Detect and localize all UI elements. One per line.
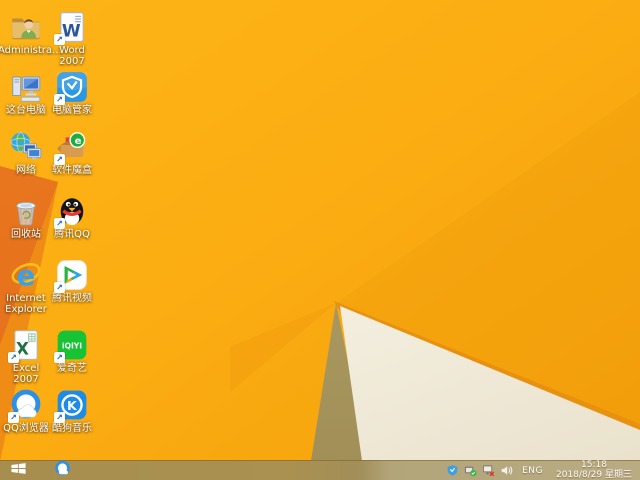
- icon-label: QQ浏览器: [3, 423, 49, 434]
- shortcut-arrow-icon: ↗: [54, 412, 65, 423]
- clock-date: 2018/8/29 星期三: [556, 471, 632, 480]
- tencent-video-icon: ↗: [55, 258, 89, 292]
- icon-label: 网络: [16, 165, 36, 176]
- pc-manager-icon: ↗: [55, 70, 89, 104]
- this-pc-icon: [9, 70, 43, 104]
- excel-2007-icon: X ↗: [9, 328, 43, 362]
- windows-logo-icon: [10, 461, 27, 480]
- iqiyi-icon: iQIYI ↗: [55, 328, 89, 362]
- system-tray: ENG 15:18 2018/8/29 星期三: [446, 461, 640, 480]
- icon-label: 回收站: [11, 229, 41, 240]
- tray-volume-icon[interactable]: [500, 464, 513, 477]
- svg-text:e: e: [75, 136, 82, 147]
- svg-text:iQIYI: iQIYI: [62, 342, 82, 351]
- tencent-qq-icon: ↗: [55, 194, 89, 228]
- icon-label: Excel 2007: [0, 363, 52, 385]
- desktop-icon-this-pc[interactable]: 这台电脑: [0, 70, 52, 116]
- desktop-icon-recycle-bin[interactable]: 回收站: [0, 194, 52, 240]
- icon-label: 软件魔盒: [52, 165, 92, 176]
- taskbar: ENG 15:18 2018/8/29 星期三: [0, 460, 640, 480]
- icon-label: 腾讯视频: [52, 293, 92, 304]
- svg-text:e: e: [16, 259, 35, 292]
- internet-explorer-icon: e: [9, 258, 43, 292]
- shortcut-arrow-icon: ↗: [8, 412, 19, 423]
- language-indicator[interactable]: ENG: [522, 466, 543, 476]
- desktop-icon-tencent-qq[interactable]: ↗ 腾讯QQ: [46, 194, 98, 240]
- tray-pc-manager-icon[interactable]: [446, 464, 459, 477]
- network-icon: [9, 130, 43, 164]
- shortcut-arrow-icon: ↗: [54, 218, 65, 229]
- recycle-bin-icon: [9, 194, 43, 228]
- desktop-icon-excel-2007[interactable]: X ↗ Excel 2007: [0, 328, 52, 385]
- desktop-icon-internet-explorer[interactable]: e Internet Explorer: [0, 258, 52, 315]
- software-magic-box-icon: e ↗: [55, 130, 89, 164]
- word-2007-icon: W ↗: [55, 10, 89, 44]
- icon-label: 爱奇艺: [57, 363, 87, 374]
- shortcut-arrow-icon: ↗: [54, 352, 65, 363]
- desktop-icon-software-magic-box[interactable]: e ↗ 软件魔盒: [46, 130, 98, 176]
- desktop-icon-word-2007[interactable]: W ↗ Word 2007: [46, 10, 98, 67]
- shortcut-arrow-icon: ↗: [54, 94, 65, 105]
- start-button[interactable]: [0, 461, 36, 480]
- taskbar-qq-browser-button[interactable]: [47, 461, 77, 480]
- taskbar-clock[interactable]: 15:18 2018/8/29 星期三: [553, 461, 635, 480]
- qq-browser-icon: [54, 460, 71, 480]
- icon-label: Internet Explorer: [0, 293, 52, 315]
- kugou-music-icon: K ↗: [55, 388, 89, 422]
- desktop-icon-network[interactable]: 网络: [0, 130, 52, 176]
- desktop-icon-kugou-music[interactable]: K ↗ 酷狗音乐: [46, 388, 98, 434]
- shortcut-arrow-icon: ↗: [8, 352, 19, 363]
- shortcut-arrow-icon: ↗: [54, 154, 65, 165]
- qq-browser-icon: ↗: [9, 388, 43, 422]
- desktop-icon-tencent-video[interactable]: ↗ 腾讯视频: [46, 258, 98, 304]
- icon-label: 电脑管家: [52, 105, 92, 116]
- shortcut-arrow-icon: ↗: [54, 34, 65, 45]
- desktop-icon-administrator[interactable]: Administra...: [0, 10, 52, 56]
- icon-label: 这台电脑: [6, 105, 46, 116]
- icon-label: Word 2007: [46, 45, 98, 67]
- administrator-icon: [9, 10, 43, 44]
- icon-label: 腾讯QQ: [54, 229, 90, 240]
- desktop[interactable]: Administra... 这台电脑: [0, 0, 640, 480]
- shortcut-arrow-icon: ↗: [54, 282, 65, 293]
- desktop-icon-qq-browser[interactable]: ↗ QQ浏览器: [0, 388, 52, 434]
- svg-text:K: K: [67, 399, 78, 414]
- tray-network-disconnected-icon[interactable]: [482, 464, 495, 477]
- desktop-icon-pc-manager[interactable]: ↗ 电脑管家: [46, 70, 98, 116]
- desktop-icon-iqiyi[interactable]: iQIYI ↗ 爱奇艺: [46, 328, 98, 374]
- tray-safe-hardware-icon[interactable]: [464, 464, 477, 477]
- icon-label: 酷狗音乐: [52, 423, 92, 434]
